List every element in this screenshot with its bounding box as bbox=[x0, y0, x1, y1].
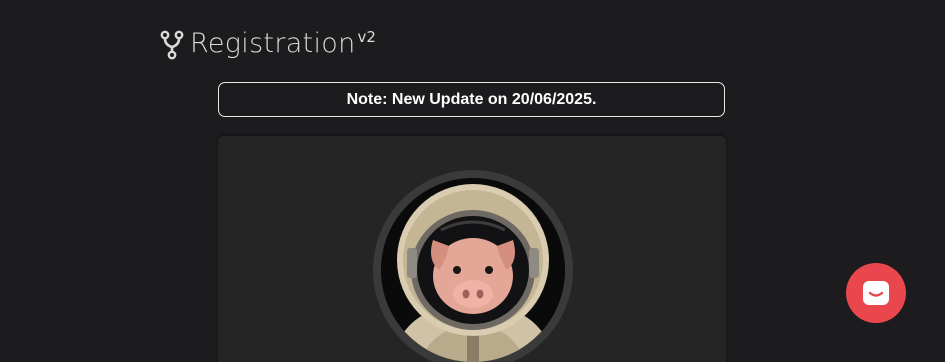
page: Registration v2 Note: New Update on 20/0… bbox=[0, 0, 945, 362]
avatar-image bbox=[381, 178, 565, 362]
update-notice: Note: New Update on 20/06/2025. bbox=[218, 82, 725, 117]
brand-header[interactable]: Registration v2 bbox=[160, 26, 376, 62]
fork-icon bbox=[160, 30, 184, 60]
chat-bubble-icon bbox=[863, 281, 889, 305]
avatar-ring bbox=[373, 170, 573, 362]
brand-version: v2 bbox=[357, 28, 376, 46]
brand-title: Registration bbox=[190, 28, 356, 59]
astronaut-pig-avatar bbox=[381, 178, 565, 362]
chat-launcher-button[interactable] bbox=[846, 263, 906, 323]
